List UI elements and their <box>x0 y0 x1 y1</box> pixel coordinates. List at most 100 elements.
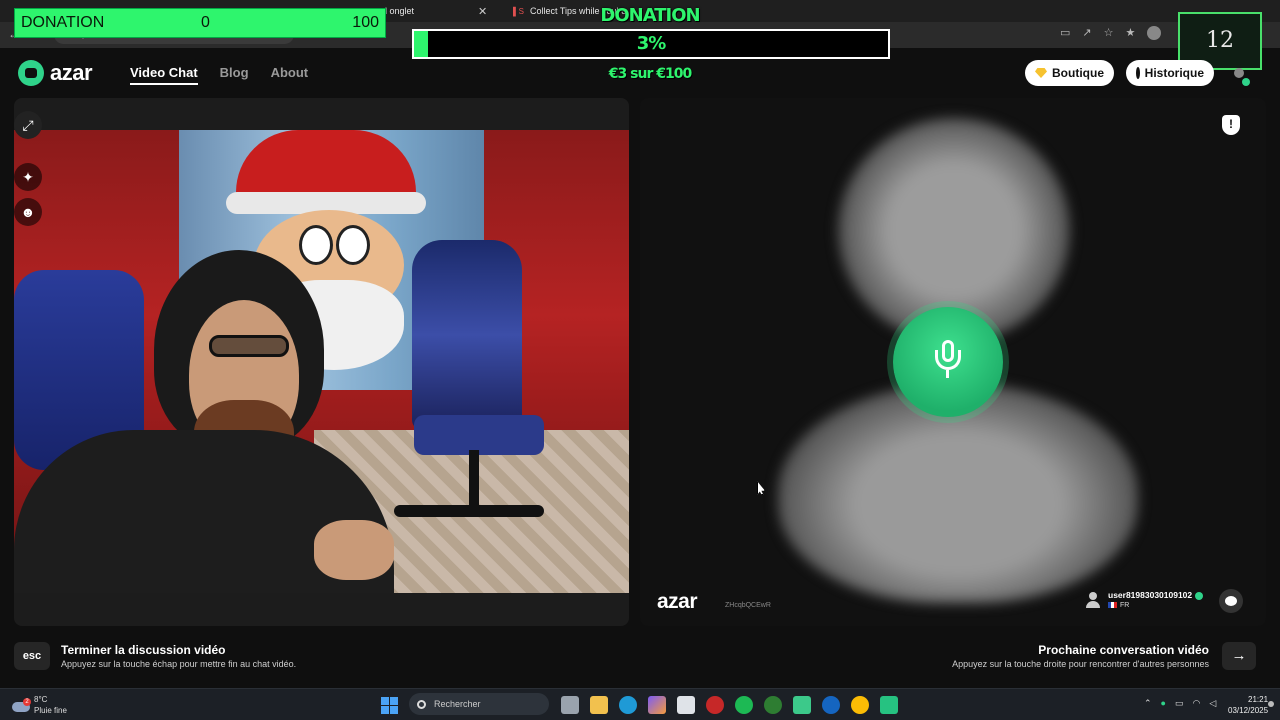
browser-toolbar-icons: ▭ ↗ ☆ ★ <box>1060 26 1162 40</box>
partner-watermark-logo: azar <box>657 590 698 613</box>
expand-icon[interactable]: ⤢ <box>14 111 42 139</box>
chrome-icon[interactable] <box>851 696 869 714</box>
nav-video-chat[interactable]: Video Chat <box>130 65 198 85</box>
xbox-icon[interactable] <box>764 696 782 714</box>
cast-icon[interactable]: ▭ <box>1060 26 1070 40</box>
taskbar-apps: Rechercher <box>381 693 909 715</box>
copilot-icon[interactable] <box>648 696 666 714</box>
taskbar-search[interactable]: Rechercher <box>409 693 549 715</box>
browser-profile-avatar[interactable] <box>1147 26 1162 40</box>
donation-goal-bar: DONATION 0 100 <box>14 8 386 38</box>
taskbar-clock[interactable]: 21:21 03/12/2025 <box>1228 694 1268 716</box>
microphone-tray-icon[interactable]: ● <box>1161 698 1166 709</box>
profile-avatar[interactable] <box>1230 68 1250 86</box>
voice-only-indicator <box>893 307 1003 417</box>
end-chat-title: Terminer la discussion vidéo <box>61 643 226 657</box>
clock-date: 03/12/2025 <box>1228 706 1269 715</box>
nav-blog[interactable]: Blog <box>220 65 249 85</box>
edge-browser-icon[interactable] <box>619 696 637 714</box>
person-hand <box>314 520 394 580</box>
search-placeholder: Rechercher <box>434 699 481 709</box>
task-view-icon[interactable] <box>561 696 579 714</box>
partner-user-info[interactable]: user81983030109102 FR <box>1086 590 1204 609</box>
person-glasses <box>209 335 289 357</box>
share-icon[interactable]: ↗ <box>1082 26 1091 40</box>
tab-favicon-icon: ▌S <box>513 6 525 16</box>
donation-progress-bar: 3% <box>412 29 890 59</box>
file-explorer-icon[interactable] <box>590 696 608 714</box>
history-button[interactable]: Historique <box>1126 60 1214 86</box>
nav-about[interactable]: About <box>271 65 309 85</box>
partner-country: FR <box>1120 602 1130 609</box>
weather-temp: 8°C <box>34 695 48 704</box>
microphone-icon <box>933 340 963 384</box>
windows-taskbar: 2 8°C Pluie fine Rechercher ⌃ ● ▭ ◠ ◁ 21… <box>0 688 1280 720</box>
arrow-right-icon: → <box>1231 647 1247 664</box>
donation-amount: €3 sur €100 <box>608 66 692 82</box>
gaming-chair <box>412 240 522 430</box>
next-chat-button[interactable]: → <box>1222 642 1256 670</box>
spotify-icon[interactable] <box>735 696 753 714</box>
main-nav: Video Chat Blog About <box>130 65 308 85</box>
partner-username: user81983030109102 <box>1108 590 1193 600</box>
santa-mural <box>236 130 416 200</box>
next-chat-title: Prochaine conversation vidéo <box>1038 643 1209 657</box>
gaming-chair-foot <box>394 505 544 517</box>
tiktok-live-studio-icon[interactable] <box>880 696 898 714</box>
azar-logo[interactable]: azar <box>18 60 93 86</box>
santa-mural-eye <box>299 225 333 265</box>
report-shield-icon[interactable]: ! <box>1222 115 1240 135</box>
donation-progress-text: 3% <box>636 33 667 54</box>
donation-label: DONATION <box>21 14 105 31</box>
end-chat-hint: Appuyez sur la touche échap pour mettre … <box>61 659 297 669</box>
user-icon <box>1086 592 1100 608</box>
chevron-up-icon[interactable]: ⌃ <box>1144 698 1152 709</box>
shop-button[interactable]: Boutique <box>1025 60 1114 86</box>
bookmark-star-icon[interactable]: ☆ <box>1104 26 1114 40</box>
browser-tab[interactable]: el onglet ✕ <box>380 0 510 22</box>
gem-icon <box>1035 68 1047 78</box>
close-tab-icon[interactable]: ✕ <box>478 5 487 18</box>
end-chat-esc-button[interactable]: esc <box>14 642 50 670</box>
my-camera-feed <box>14 130 629 593</box>
weather-desc: Pluie fine <box>34 706 67 715</box>
effects-sparkle-icon[interactable]: ✦ <box>14 163 42 191</box>
wifi-icon[interactable]: ◠ <box>1193 698 1201 709</box>
donation-max: 100 <box>352 14 379 31</box>
my-video-panel <box>14 98 629 626</box>
opera-gx-icon[interactable] <box>706 696 724 714</box>
system-tray: ⌃ ● ▭ ◠ ◁ <box>1144 698 1216 709</box>
favorites-icon[interactable]: ★ <box>1126 26 1136 40</box>
azar-logo-icon <box>18 60 44 86</box>
gaming-chair-seat <box>414 415 544 455</box>
display-icon[interactable]: ▭ <box>1175 698 1184 709</box>
volume-icon[interactable]: ◁ <box>1209 698 1216 709</box>
online-status-dot <box>1242 78 1250 86</box>
store-icon[interactable] <box>677 696 695 714</box>
azar-logo-text: azar <box>50 60 93 85</box>
ccleaner-icon[interactable] <box>822 696 840 714</box>
shop-label: Boutique <box>1052 66 1104 80</box>
partner-session-code: ZHcqbQCEwR <box>725 602 771 609</box>
next-chat-hint: Appuyez sur la touche droite pour rencon… <box>952 659 1209 669</box>
gaming-chair-base <box>469 450 479 510</box>
chat-bubble-icon <box>1225 596 1237 606</box>
verified-badge-icon <box>1195 591 1204 600</box>
donation-title: DONATION <box>600 5 700 26</box>
search-icon <box>417 699 426 709</box>
france-flag-icon <box>1108 602 1117 609</box>
app-icon[interactable] <box>793 696 811 714</box>
windows-start-icon[interactable] <box>381 696 398 714</box>
history-label: Historique <box>1144 66 1204 80</box>
counter-value: 12 <box>1206 28 1234 53</box>
donation-current: 0 <box>201 14 210 31</box>
clock-icon <box>1136 67 1143 79</box>
clock-time: 21:21 <box>1248 695 1269 704</box>
rain-cloud-icon: 2 <box>12 698 31 712</box>
santa-mural-eye <box>336 225 370 265</box>
face-filter-icon[interactable]: ☻ <box>14 198 42 226</box>
weather-widget[interactable]: 2 8°C Pluie fine <box>12 694 67 716</box>
notification-bell-icon[interactable] <box>1268 701 1274 707</box>
user-icon <box>1234 68 1244 78</box>
chat-button[interactable] <box>1219 589 1243 613</box>
